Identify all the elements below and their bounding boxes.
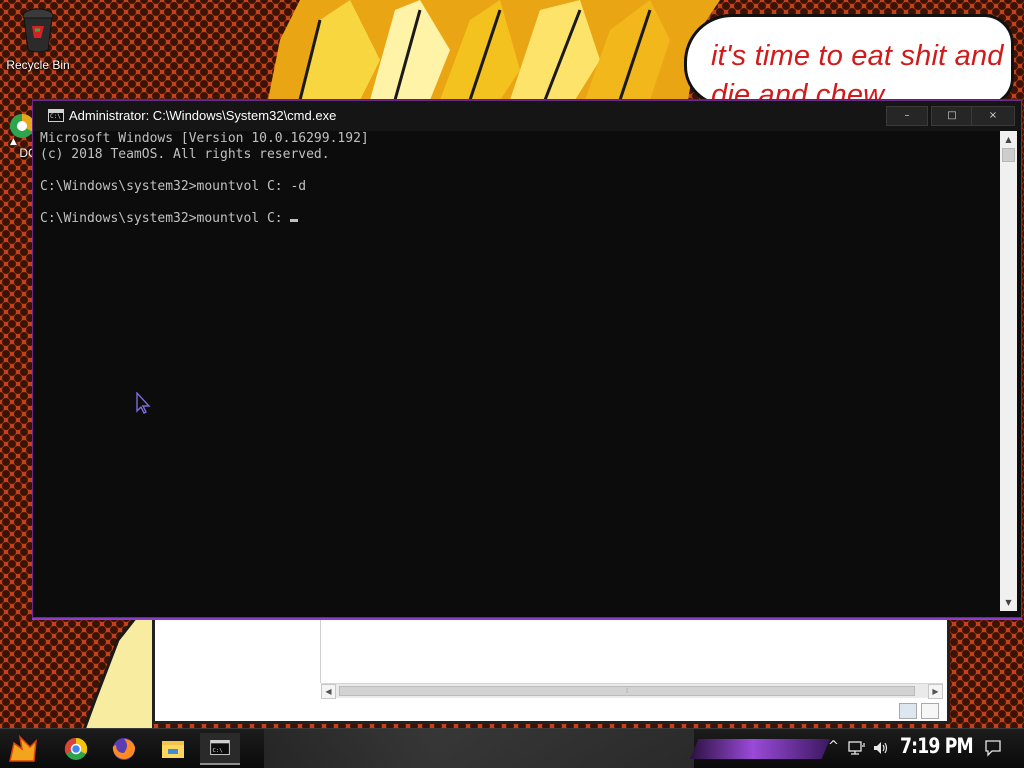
console-line: C:\Windows\system32>mountvol C: -d <box>40 179 307 194</box>
close-button[interactable]: × <box>971 106 1015 126</box>
cmd-taskbar-button[interactable]: C:\ <box>200 733 240 765</box>
cmd-window[interactable]: Administrator: C:\Windows\System32\cmd.e… <box>32 100 1022 618</box>
pane-divider <box>320 615 321 683</box>
console-output[interactable]: Microsoft Windows [Version 10.0.16299.19… <box>40 131 1000 611</box>
network-icon[interactable] <box>848 740 866 756</box>
desktop-icon-recycle-bin[interactable]: Recycle Bin <box>4 6 72 72</box>
recycle-bin-label: Recycle Bin <box>6 58 70 72</box>
cmd-app-icon <box>48 109 64 122</box>
explorer-window-background: ◀ ⦙ ▶ <box>152 612 950 724</box>
taskbar-wallpaper-strip <box>264 729 694 768</box>
clock[interactable]: 7:19 PM <box>900 734 974 758</box>
volume-icon[interactable] <box>872 740 890 756</box>
cmd-titlebar[interactable]: Administrator: C:\Windows\System32\cmd.e… <box>33 101 1021 131</box>
scroll-up-icon[interactable]: ▲ <box>1000 131 1017 148</box>
text-cursor <box>290 219 299 222</box>
chrome-icon[interactable] <box>56 733 96 765</box>
speech-bubble: it's time to eat shit and die and chew <box>684 14 1014 106</box>
scroll-thumb[interactable] <box>1002 148 1015 162</box>
scroll-down-icon[interactable]: ▼ <box>1000 594 1017 611</box>
start-icon[interactable] <box>8 735 38 763</box>
taskbar: C:\ ^ 7:19 PM <box>0 728 1024 768</box>
scroll-left-icon[interactable]: ◀ <box>321 684 336 699</box>
scroll-thumb[interactable]: ⦙ <box>339 686 915 696</box>
console-prompt: C:\Windows\system32>mountvol C: <box>40 211 291 226</box>
scroll-right-icon[interactable]: ▶ <box>928 684 943 699</box>
recycle-bin-icon <box>20 6 56 54</box>
window-title: Administrator: C:\Windows\System32\cmd.e… <box>69 108 337 123</box>
svg-text:C:\: C:\ <box>213 748 223 754</box>
show-hidden-icons-chevron-icon[interactable]: ^ <box>828 739 839 754</box>
cmd-icon: C:\ <box>210 740 230 756</box>
svg-text:▲: ▲ <box>10 137 17 146</box>
console-line: (c) 2018 TeamOS. All rights reserved. <box>40 147 330 162</box>
vertical-scrollbar[interactable]: ▲ ▼ <box>1000 131 1017 611</box>
taskbar-accent <box>690 739 830 759</box>
speech-bubble-text: it's time to eat shit and die and chew <box>711 40 1004 106</box>
preview-pane-button[interactable] <box>921 703 939 719</box>
console-line: Microsoft Windows [Version 10.0.16299.19… <box>40 131 369 146</box>
firefox-icon[interactable] <box>104 733 144 765</box>
details-view-button[interactable] <box>899 703 917 719</box>
horizontal-scrollbar[interactable]: ◀ ⦙ ▶ <box>321 683 943 699</box>
maximize-button[interactable]: □ <box>931 106 973 126</box>
notifications-icon[interactable] <box>984 739 1002 757</box>
mouse-pointer-icon <box>136 392 151 414</box>
file-explorer-icon[interactable] <box>152 733 192 765</box>
minimize-button[interactable]: – <box>886 106 928 126</box>
console-input-line[interactable]: C:\Windows\system32>mountvol C: <box>40 211 1000 227</box>
